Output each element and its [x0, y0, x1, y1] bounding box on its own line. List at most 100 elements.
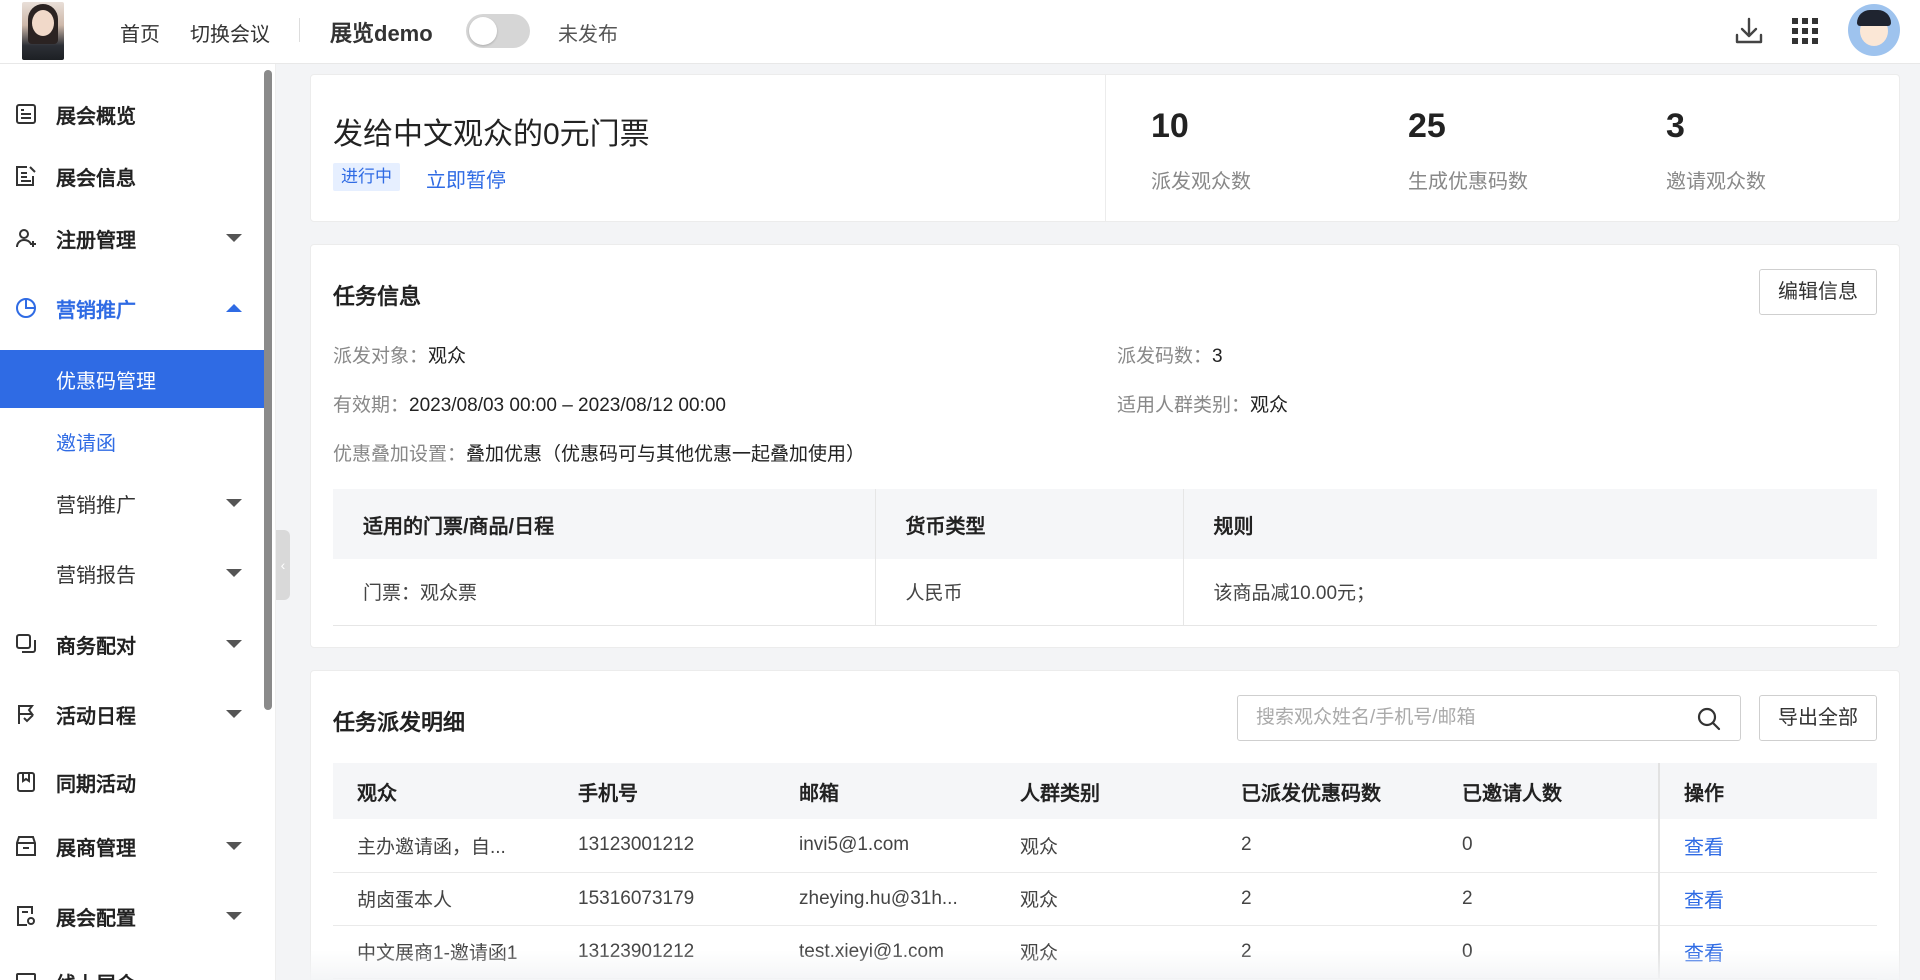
sidebar-subitem-coupon-management[interactable]: 优惠码管理	[0, 350, 264, 408]
col-email: 邮箱	[775, 763, 996, 819]
dispatch-detail-title: 任务派发明细	[333, 710, 466, 735]
top-bar: 首页 切换会议 展览demo 未发布	[0, 0, 1920, 64]
store-icon	[16, 836, 36, 856]
sidebar-item-label: 商务配对	[56, 635, 136, 658]
cell-codes-dispatched: 2	[1217, 819, 1438, 873]
stat-codes-label: 生成优惠码数	[1408, 171, 1528, 193]
rule-table: 适用的门票/商品/日程 货币类型 规则 门票：观众票 人民币 该商品减10.00…	[333, 489, 1877, 626]
export-all-button[interactable]: 导出全部	[1759, 695, 1877, 741]
cell-audience-type: 观众	[996, 819, 1217, 873]
table-row: 中文展商1-邀请函1 13123901212 test.xieyi@1.com …	[333, 925, 1877, 979]
cell-email: zheying.hu@31h...	[775, 872, 996, 926]
sidebar-subitem-marketing-report[interactable]: 营销报告	[0, 544, 264, 602]
sidebar-subitem-label: 营销推广	[56, 494, 136, 517]
publish-toggle[interactable]	[466, 14, 530, 48]
sidebar-subitem-label: 营销报告	[56, 564, 136, 587]
sidebar-item-label: 活动日程	[56, 705, 136, 728]
chevron-down-icon	[226, 912, 242, 920]
stat-invited-count: 3	[1666, 107, 1685, 145]
sidebar-item-expo-info[interactable]: 展会信息	[0, 146, 264, 206]
sidebar-item-schedule[interactable]: 活动日程	[0, 684, 264, 744]
nav-divider	[299, 18, 300, 42]
col-currency: 货币类型	[875, 489, 1184, 559]
chevron-down-icon	[226, 569, 242, 577]
stat-codes-count: 25	[1408, 107, 1446, 145]
cell-audience: 胡卤蛋本人	[333, 872, 554, 926]
view-link[interactable]: 查看	[1684, 943, 1724, 965]
sidebar-item-label: 展会信息	[56, 167, 136, 190]
sidebar-scrollbar[interactable]	[264, 70, 272, 710]
chevron-down-icon	[226, 499, 242, 507]
cell-actions: 查看	[1658, 819, 1877, 873]
col-phone: 手机号	[554, 763, 775, 819]
sidebar-subitem-invitation[interactable]: 邀请函	[0, 412, 264, 470]
download-icon[interactable]	[1732, 14, 1766, 48]
chevron-down-icon	[226, 842, 242, 850]
stacking-label: 优惠叠加设置：	[333, 444, 467, 465]
sidebar-item-online-expo[interactable]: 线上展会	[0, 952, 264, 980]
stacking-value: 叠加优惠（优惠码可与其他优惠一起叠加使用）	[466, 444, 866, 465]
view-link[interactable]: 查看	[1684, 837, 1724, 859]
sidebar-item-marketing[interactable]: 营销推广	[0, 278, 264, 338]
chevron-up-icon	[226, 304, 242, 312]
expo-name: 展览demo	[330, 21, 433, 46]
edit-info-button[interactable]: 编辑信息	[1759, 269, 1877, 315]
sidebar-item-label: 注册管理	[56, 229, 136, 252]
task-info-title: 任务信息	[333, 284, 422, 309]
edit-doc-icon	[16, 166, 36, 186]
sidebar-item-concurrent-events[interactable]: 同期活动	[0, 752, 264, 812]
audience-type: 适用人群类别：观众	[1117, 390, 1288, 417]
sidebar-item-overview[interactable]: 展会概览	[0, 84, 264, 144]
cell-invited-count: 0	[1438, 925, 1659, 979]
dispatch-code-count: 派发码数：3	[1117, 341, 1223, 368]
sidebar-item-label: 展会配置	[56, 907, 136, 930]
table-row: 主办邀请函，自... 13123001212 invi5@1.com 观众 2 …	[333, 819, 1877, 873]
dispatch-detail-card: 任务派发明细 导出全部 观众 手机号 邮箱 人群类别 已派发优惠码数 已邀请人数…	[310, 670, 1900, 980]
profile-photo[interactable]	[22, 2, 64, 60]
dispatch-target-label: 派发对象：	[333, 346, 429, 367]
sidebar-subitem-marketing[interactable]: 营销推广	[0, 474, 264, 532]
cell-actions: 查看	[1658, 925, 1877, 979]
table-row: 门票：观众票 人民币 该商品减10.00元；	[333, 559, 1877, 626]
status-badge: 进行中	[333, 163, 400, 191]
sidebar-item-label: 营销推广	[56, 299, 136, 322]
cell-codes-dispatched: 2	[1217, 872, 1438, 926]
view-link[interactable]: 查看	[1684, 890, 1724, 912]
validity-label: 有效期：	[333, 395, 410, 416]
dispatch-code-count-value: 3	[1212, 346, 1223, 367]
sidebar-item-label: 同期活动	[56, 773, 136, 796]
search-icon[interactable]	[1696, 706, 1722, 732]
table-row: 胡卤蛋本人 15316073179 zheying.hu@31h... 观众 2…	[333, 872, 1877, 926]
cell-audience: 主办邀请函，自...	[333, 819, 554, 873]
search-input[interactable]	[1238, 696, 1688, 740]
monitor-icon	[16, 973, 36, 980]
chevron-down-icon	[226, 710, 242, 718]
user-avatar[interactable]	[1848, 4, 1900, 56]
sidebar-collapse-handle[interactable]: ‹	[276, 530, 290, 600]
table-header-row: 观众 手机号 邮箱 人群类别 已派发优惠码数 已邀请人数 操作	[333, 763, 1877, 819]
stat-invited-label: 邀请观众数	[1666, 171, 1766, 193]
apps-grid-icon[interactable]	[1788, 14, 1822, 48]
sidebar-item-registration[interactable]: 注册管理	[0, 208, 264, 268]
sidebar-item-business-matching[interactable]: 商务配对	[0, 614, 264, 674]
cell-audience: 中文展商1-邀请函1	[333, 925, 554, 979]
validity-period: 有效期：2023/08/03 00:00 – 2023/08/12 00:00	[333, 390, 726, 417]
audience-type-value: 观众	[1250, 395, 1289, 416]
sidebar-item-expo-config[interactable]: 展会配置	[0, 886, 264, 946]
stat-distributed-label: 派发观众数	[1151, 171, 1251, 193]
sidebar-item-label: 展商管理	[56, 837, 136, 860]
col-invited-count: 已邀请人数	[1438, 763, 1659, 819]
cell-audience-type: 观众	[996, 925, 1217, 979]
col-rule: 规则	[1183, 489, 1877, 559]
nav-switch-meeting-link[interactable]: 切换会议	[190, 18, 270, 47]
cell-rule: 该商品减10.00元；	[1183, 559, 1877, 626]
pause-now-link[interactable]: 立即暂停	[426, 164, 506, 193]
summary-divider	[1105, 75, 1106, 221]
table-header-row: 适用的门票/商品/日程 货币类型 规则	[333, 489, 1877, 559]
sidebar-item-label: 展会概览	[56, 105, 136, 128]
cell-invited-count: 0	[1438, 819, 1659, 873]
cell-email: test.xieyi@1.com	[775, 925, 996, 979]
cell-phone: 15316073179	[554, 872, 775, 926]
nav-home-link[interactable]: 首页	[120, 18, 160, 47]
sidebar-item-exhibitor-management[interactable]: 展商管理	[0, 816, 264, 876]
